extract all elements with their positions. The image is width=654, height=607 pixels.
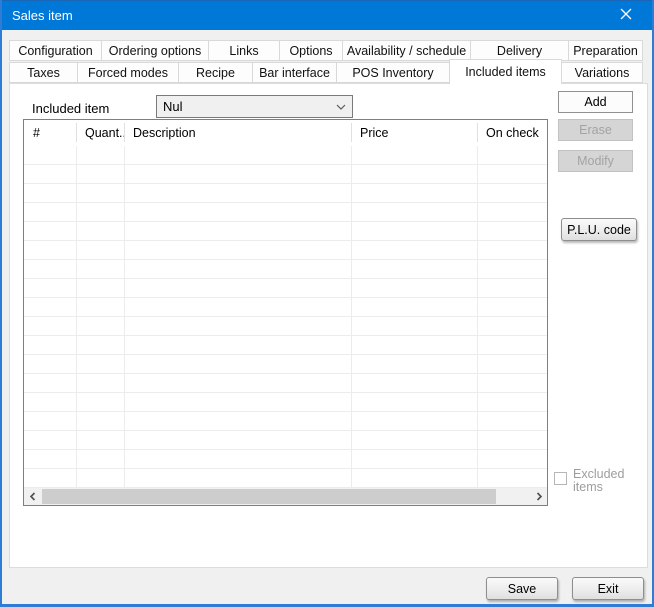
column-grid-line [124,146,125,488]
tab-pos-inventory[interactable]: POS Inventory [336,62,450,83]
header-separator [477,123,478,142]
included-item-dropdown-value: Nul [157,99,330,114]
scroll-right-button[interactable] [530,488,547,505]
table-row[interactable] [24,393,547,412]
table-row[interactable] [24,184,547,203]
scrollbar-thumb[interactable] [42,489,496,504]
horizontal-scrollbar[interactable] [24,488,547,505]
scroll-left-button[interactable] [24,488,41,505]
chevron-left-icon [29,488,37,506]
column-grid-line [477,146,478,488]
tab-configuration[interactable]: Configuration [9,40,102,61]
table-row[interactable] [24,431,547,450]
table-row[interactable] [24,469,547,488]
column-header-on-check[interactable]: On check [477,120,547,146]
header-separator [76,123,77,142]
excluded-items-label: Excluded items [573,468,629,494]
title-bar: Sales item [0,0,654,30]
table-row[interactable] [24,355,547,374]
footer-bar: Save Exit [2,568,652,604]
save-button[interactable]: Save [486,577,558,600]
table-header: #Quant...DescriptionPriceOn check [24,120,547,146]
column-grid-line [351,146,352,488]
included-items-table: #Quant...DescriptionPriceOn check [23,119,548,506]
tab-ordering-options[interactable]: Ordering options [101,40,209,61]
tab-preparation[interactable]: Preparation [568,40,643,61]
tab-availability-schedule[interactable]: Availability / schedule [342,40,471,61]
tab-delivery[interactable]: Delivery [470,40,569,61]
tab-taxes[interactable]: Taxes [9,62,78,83]
plu-code-button[interactable]: P.L.U. code [561,218,637,241]
table-row[interactable] [24,146,547,165]
column-header-price[interactable]: Price [351,120,477,146]
table-row[interactable] [24,165,547,184]
table-row[interactable] [24,374,547,393]
included-item-dropdown[interactable]: Nul [156,95,353,118]
table-row[interactable] [24,336,547,355]
tab-options[interactable]: Options [279,40,343,61]
table-row[interactable] [24,450,547,469]
tab-links[interactable]: Links [208,40,280,61]
table-row[interactable] [24,412,547,431]
header-separator [124,123,125,142]
tab-recipe[interactable]: Recipe [178,62,253,83]
close-button[interactable] [606,1,646,31]
table-row[interactable] [24,203,547,222]
window-title: Sales item [12,8,73,23]
excluded-items-checkbox[interactable] [554,472,567,485]
table-row[interactable] [24,317,547,336]
included-item-label: Included item [32,101,109,116]
table-row[interactable] [24,298,547,317]
table-row[interactable] [24,260,547,279]
tab-row-2: TaxesForced modesRecipeBar interfacePOS … [9,62,642,83]
erase-button[interactable]: Erase [558,119,633,141]
add-button[interactable]: Add [558,91,633,113]
column-header-quant[interactable]: Quant... [76,120,124,146]
column-header-number[interactable]: # [24,120,76,146]
table-row[interactable] [24,279,547,298]
chevron-right-icon [535,488,543,506]
tab-forced-modes[interactable]: Forced modes [77,62,179,83]
tab-included-items[interactable]: Included items [449,59,562,84]
table-row[interactable] [24,241,547,260]
tab-row-1: ConfigurationOrdering optionsLinksOption… [9,40,642,61]
table-body [24,146,547,488]
modify-button[interactable]: Modify [558,150,633,172]
included-items-tab-panel: Included item Nul #Quant...DescriptionPr… [9,83,648,568]
exit-button[interactable]: Exit [572,577,644,600]
table-row[interactable] [24,222,547,241]
chevron-down-icon [330,104,352,110]
header-separator [351,123,352,142]
tab-variations[interactable]: Variations [561,62,643,83]
column-grid-line [76,146,77,488]
close-icon [620,7,632,25]
tab-bar-interface[interactable]: Bar interface [252,62,337,83]
sales-item-dialog: Sales item ConfigurationOrdering options… [0,0,654,607]
column-header-description[interactable]: Description [124,120,351,146]
